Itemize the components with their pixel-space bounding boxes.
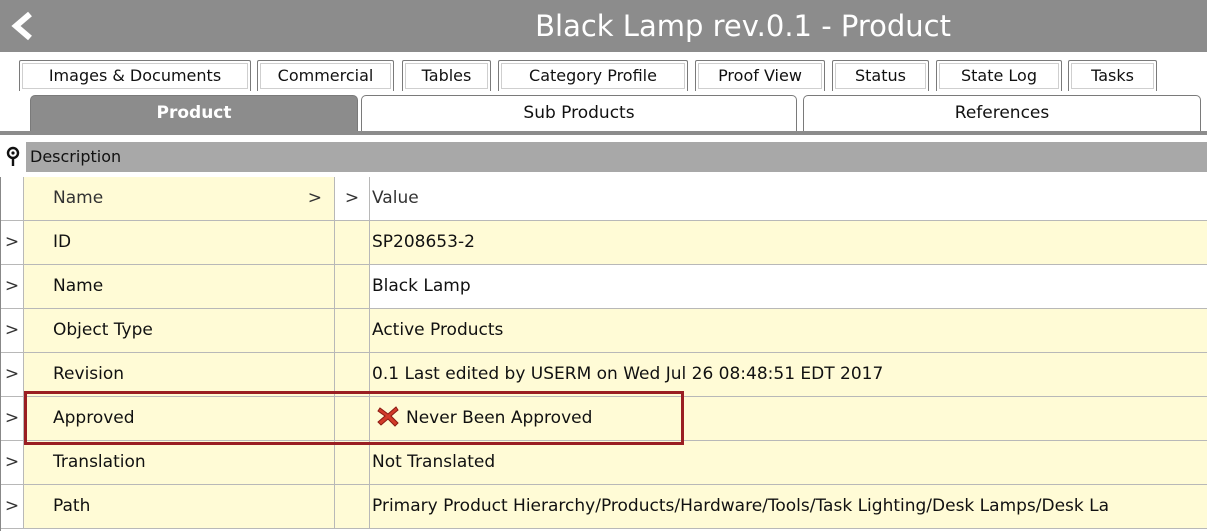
secondary-tab-bar: Images & Documents Commercial Tables Cat… [0,52,1207,92]
tab-tables[interactable]: Tables [402,60,491,91]
property-name: Approved [24,397,335,440]
description-section-header[interactable]: Description [0,140,1207,174]
window-title: Black Lamp rev.0.1 - Product [535,9,951,43]
table-row[interactable]: > Revision 0.1 Last edited by USERM on W… [1,353,1207,397]
primary-tab-bar: Product Sub Products References [0,92,1207,132]
tab-tasks[interactable]: Tasks [1068,60,1157,91]
row-expand-icon[interactable]: > [1,485,24,528]
approval-status-text: Never Been Approved [406,408,593,428]
value-column-chevron-icon[interactable]: > [335,177,370,220]
row-expand-icon[interactable]: > [1,221,24,264]
row-expand-icon[interactable]: > [1,309,24,352]
table-row[interactable]: > Object Type Active Products [1,309,1207,353]
property-name: ID [24,221,335,264]
property-value[interactable]: Never Been Approved [370,397,1207,440]
section-bar [26,142,1207,172]
row-spacer [335,221,370,264]
property-value[interactable]: SP208653-2 [370,221,1207,264]
back-button[interactable] [6,8,40,44]
section-label: Description [30,147,122,166]
title-bar: Black Lamp rev.0.1 - Product [0,0,1207,52]
property-value[interactable]: Active Products [370,309,1207,352]
tab-references[interactable]: References [803,95,1201,131]
red-x-icon [377,406,399,427]
table-row[interactable]: > Approved Never Been Approved [1,397,1207,441]
row-expand-icon[interactable]: > [1,397,24,440]
property-name: Object Type [24,309,335,352]
property-grid: Name > > Value > ID SP208653-2 > Name Bl… [0,177,1207,531]
name-column-chevron-icon[interactable]: > [308,177,322,220]
tab-sub-products[interactable]: Sub Products [361,95,797,131]
row-expand-icon[interactable]: > [1,441,24,484]
tab-underline [0,131,1207,135]
row-expand-icon[interactable]: > [1,265,24,308]
row-spacer [335,397,370,440]
table-row[interactable]: > Name Black Lamp [1,265,1207,309]
chevron-left-icon [11,11,32,41]
property-name: Translation [24,441,335,484]
property-name: Name [24,265,335,308]
row-spacer [335,441,370,484]
grid-header-row: Name > > Value [1,177,1207,221]
tab-commercial[interactable]: Commercial [257,60,394,91]
property-name: Path [24,485,335,528]
row-spacer [335,265,370,308]
tab-category-profile[interactable]: Category Profile [498,60,688,91]
property-value[interactable]: Primary Product Hierarchy/Products/Hardw… [370,485,1207,528]
table-row[interactable]: > Path Primary Product Hierarchy/Product… [1,485,1207,529]
column-header-value[interactable]: Value [370,177,1207,220]
tab-status[interactable]: Status [832,60,929,91]
tab-product[interactable]: Product [30,95,358,131]
tab-state-log[interactable]: State Log [936,60,1062,91]
tab-proof-view[interactable]: Proof View [695,60,825,91]
row-spacer [335,353,370,396]
pin-icon[interactable] [4,146,22,168]
property-name: Revision [24,353,335,396]
column-header-name-label: Name [53,188,104,208]
table-row[interactable]: > ID SP208653-2 [1,221,1207,265]
table-row[interactable]: > Translation Not Translated [1,441,1207,485]
row-expand-icon[interactable]: > [1,353,24,396]
property-value[interactable]: 0.1 Last edited by USERM on Wed Jul 26 0… [370,353,1207,396]
row-spacer [335,309,370,352]
row-header-cell [1,177,24,220]
row-spacer [335,485,370,528]
tab-images-documents[interactable]: Images & Documents [19,60,251,91]
column-header-name[interactable]: Name > [24,177,335,220]
property-value[interactable]: Not Translated [370,441,1207,484]
property-value[interactable]: Black Lamp [370,265,1207,308]
